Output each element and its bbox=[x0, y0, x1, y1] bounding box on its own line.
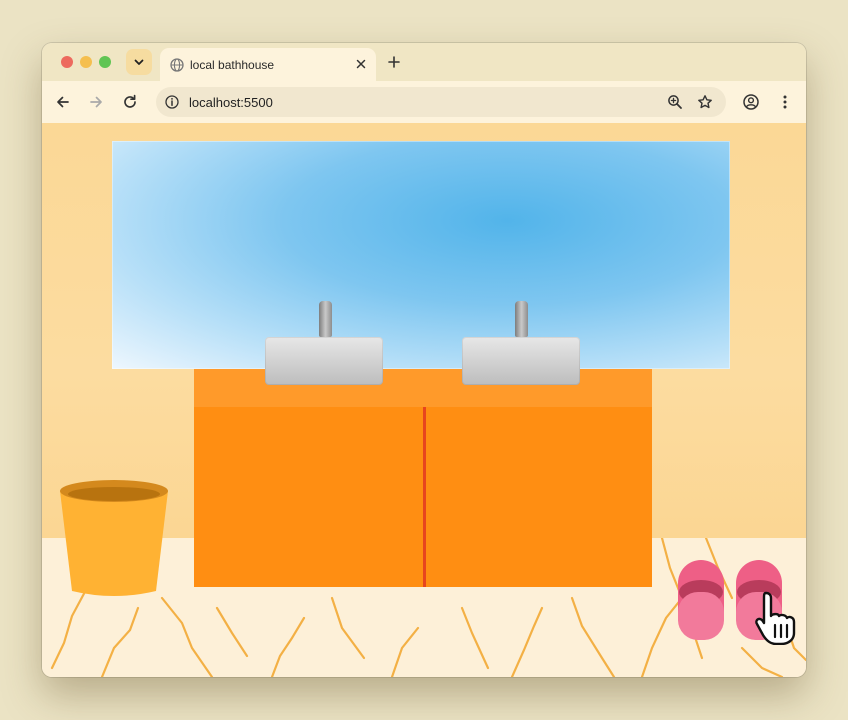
profile-icon[interactable] bbox=[742, 93, 760, 111]
browser-window: local bathhouse localhost:5500 bbox=[42, 43, 806, 677]
waste-bucket[interactable] bbox=[58, 477, 170, 599]
arrow-left-icon[interactable] bbox=[54, 93, 72, 111]
toolbar: localhost:5500 bbox=[42, 81, 806, 123]
mirror bbox=[112, 141, 730, 369]
info-icon[interactable] bbox=[165, 95, 179, 109]
page-content bbox=[42, 123, 806, 677]
minimize-window-button[interactable] bbox=[80, 56, 92, 68]
left-sink[interactable] bbox=[265, 337, 383, 385]
url-text: localhost:5500 bbox=[189, 95, 273, 110]
vanity-countertop bbox=[194, 369, 652, 407]
cabinet-door-seam bbox=[423, 407, 426, 587]
right-sink[interactable] bbox=[462, 337, 580, 385]
plus-icon[interactable] bbox=[386, 54, 402, 70]
close-icon[interactable] bbox=[354, 57, 368, 71]
kebab-menu-icon[interactable] bbox=[776, 93, 794, 111]
tab-local-bathhouse[interactable]: local bathhouse bbox=[160, 48, 376, 81]
maximize-window-button[interactable] bbox=[99, 56, 111, 68]
right-faucet bbox=[515, 301, 528, 337]
hand-pointer-icon bbox=[755, 591, 796, 645]
chevron-down-icon bbox=[134, 59, 144, 65]
tab-title: local bathhouse bbox=[190, 58, 275, 72]
arrow-right-icon[interactable] bbox=[87, 93, 105, 111]
zoom-icon[interactable] bbox=[667, 94, 683, 110]
left-slipper[interactable] bbox=[676, 558, 728, 644]
address-bar[interactable]: localhost:5500 bbox=[156, 87, 726, 117]
star-icon[interactable] bbox=[697, 94, 713, 110]
globe-icon bbox=[170, 58, 184, 72]
tab-search-button[interactable] bbox=[126, 49, 152, 75]
close-window-button[interactable] bbox=[61, 56, 73, 68]
left-faucet bbox=[319, 301, 332, 337]
reload-icon[interactable] bbox=[121, 93, 139, 111]
tab-bar: local bathhouse bbox=[42, 43, 806, 81]
